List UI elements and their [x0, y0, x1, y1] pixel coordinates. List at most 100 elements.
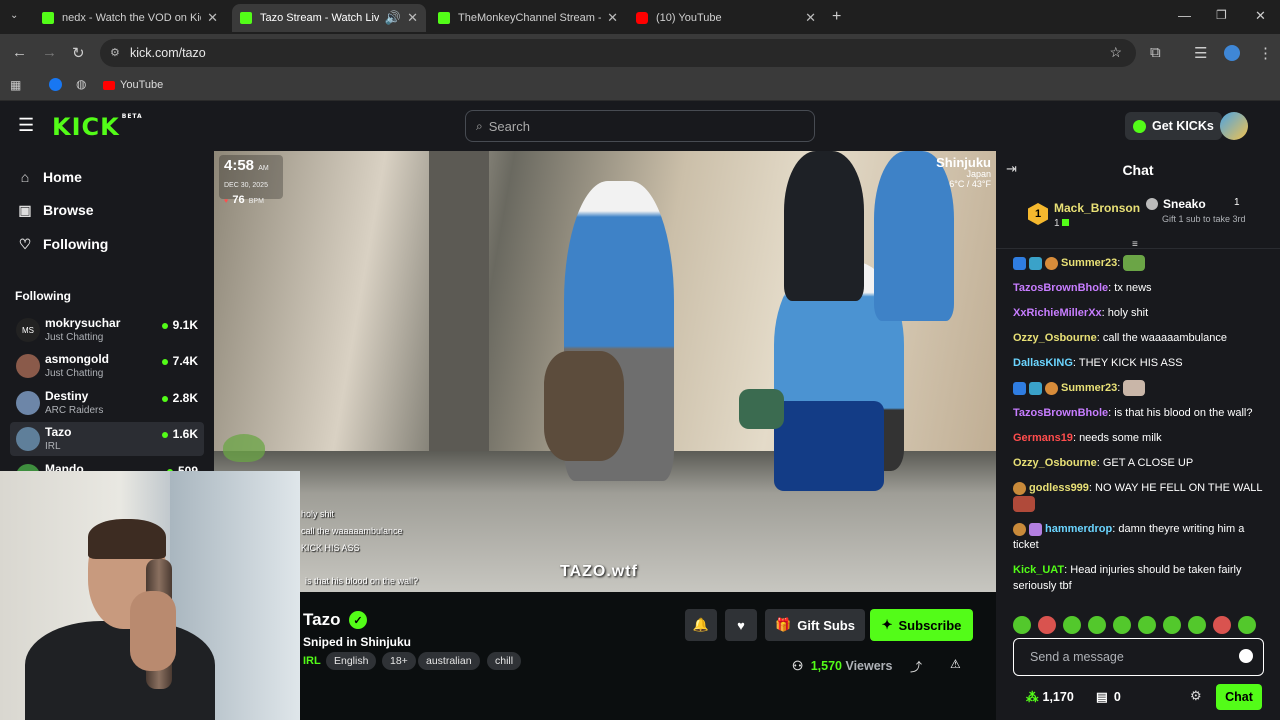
apps-icon[interactable]: ▦: [10, 78, 21, 92]
channel-asmongold[interactable]: asmongold Just Chatting 7.4K: [10, 349, 204, 383]
video-bag: [774, 401, 884, 491]
chat-username[interactable]: DallasKING: [1013, 357, 1073, 369]
channel-points[interactable]: ⁂ 1,170: [1026, 689, 1074, 704]
avatar: MS: [16, 318, 40, 342]
browser-tab-3[interactable]: TheMonkeyChannel Stream - Watch ✕: [430, 4, 626, 32]
chat-username[interactable]: Ozzy_Osbourne: [1013, 332, 1097, 344]
emote-icon[interactable]: [1238, 616, 1256, 634]
follow-heart-button[interactable]: ♥: [725, 609, 757, 641]
new-tab-icon[interactable]: +: [832, 8, 841, 26]
close-icon[interactable]: ✕: [607, 10, 618, 26]
emote-icon[interactable]: [1013, 616, 1031, 634]
browser-tab-4[interactable]: (10) YouTube ✕: [628, 4, 824, 32]
profile-icon[interactable]: [1224, 45, 1240, 61]
emote-icon[interactable]: [1038, 616, 1056, 634]
hamburger-menu-icon[interactable]: ☰: [18, 115, 34, 136]
user-avatar[interactable]: [1220, 112, 1248, 140]
chat-username[interactable]: Summer23: [1061, 257, 1117, 269]
kick-favicon-icon: [42, 12, 54, 24]
chat-message: TazosBrownBhole: tx news: [1013, 282, 1152, 295]
close-icon[interactable]: ✕: [207, 10, 218, 26]
browser-tab-2[interactable]: Tazo Stream - Watch Live on Kick 🔊 ✕: [232, 4, 426, 32]
share-icon[interactable]: ⤴: [910, 658, 922, 675]
bookmark-youtube[interactable]: YouTube: [103, 79, 163, 91]
stream-category[interactable]: IRL: [303, 655, 321, 667]
extensions-icon[interactable]: ⧉: [1150, 44, 1161, 61]
heart-rate-icon: ♥: [224, 198, 229, 205]
emote-icon[interactable]: [1213, 616, 1231, 634]
tag-18plus[interactable]: 18+: [382, 652, 416, 670]
report-icon[interactable]: ⚠: [950, 657, 961, 671]
emote-icon[interactable]: [1163, 616, 1181, 634]
facebook-icon[interactable]: [49, 78, 62, 91]
burger-badge-icon: [1013, 481, 1026, 495]
tag-english[interactable]: English: [326, 652, 377, 670]
close-icon[interactable]: ✕: [805, 10, 816, 26]
browser-tab-1[interactable]: nedx - Watch the VOD on Kick ✕: [34, 4, 226, 32]
channel-mokrysuchar[interactable]: MS mokrysuchar Just Chatting 9.1K: [10, 313, 204, 347]
top-gifter-count: 1: [1054, 218, 1070, 229]
address-bar-row: ← → ↻ ⚙ kick.com/tazo ☆ ⧉ ☰ ⋮: [0, 34, 1280, 72]
second-gifter-name[interactable]: Sneako: [1163, 197, 1206, 211]
back-icon[interactable]: ←: [12, 44, 27, 61]
search-input[interactable]: ⌕ Search: [465, 110, 815, 142]
chat-username[interactable]: Summer23: [1061, 382, 1117, 394]
minimize-icon[interactable]: —: [1178, 8, 1191, 23]
chat-username[interactable]: TazosBrownBhole: [1013, 282, 1108, 294]
channel-tazo[interactable]: Tazo IRL 1.6K: [10, 422, 204, 456]
reload-icon[interactable]: ↻: [72, 44, 85, 62]
emote-icon[interactable]: [1188, 616, 1206, 634]
chat-username[interactable]: Ozzy_Osbourne: [1013, 457, 1097, 469]
sidebar-item-home[interactable]: ⌂ Home: [16, 165, 82, 189]
chat-username[interactable]: TazosBrownBhole: [1013, 407, 1108, 419]
globe-icon[interactable]: ◍: [76, 77, 86, 91]
top-gifter-name[interactable]: Mack_Bronson: [1054, 201, 1140, 215]
restore-icon[interactable]: ❐: [1216, 8, 1227, 22]
speaker-icon[interactable]: 🔊: [385, 10, 401, 26]
channel-destiny[interactable]: Destiny ARC Raiders 2.8K: [10, 386, 204, 420]
emote-icon[interactable]: [1063, 616, 1081, 634]
chat-message-input[interactable]: Send a message: [1013, 638, 1264, 676]
bell-icon: 🔔: [692, 617, 710, 632]
send-chat-button[interactable]: Chat: [1216, 684, 1262, 710]
chat-username[interactable]: godless999: [1029, 482, 1089, 494]
menu-icon[interactable]: ⋮: [1258, 44, 1273, 62]
forward-icon[interactable]: →: [42, 44, 57, 61]
overlay-chat-line: holy shit: [301, 509, 335, 519]
tab-search-icon[interactable]: ⌄: [10, 10, 18, 21]
notification-bell-button[interactable]: 🔔: [685, 609, 717, 641]
gift-subs-button[interactable]: 🎁 Gift Subs: [765, 609, 865, 641]
ticket-icon: ▤: [1096, 690, 1108, 704]
chat-username[interactable]: Germans19: [1013, 432, 1073, 444]
chat-username[interactable]: XxRichieMillerXx: [1013, 307, 1102, 319]
streamer-name[interactable]: Tazo: [303, 610, 340, 630]
emote-icon[interactable]: [1138, 616, 1156, 634]
browse-icon: ▣: [18, 201, 32, 218]
tag-chill[interactable]: chill: [487, 652, 522, 670]
emoji-picker-icon[interactable]: [1239, 649, 1253, 663]
expand-leaderboard-icon[interactable]: ≡: [1132, 239, 1138, 250]
search-icon: ⌕: [476, 118, 483, 133]
collapse-chat-icon[interactable]: ⇥: [1006, 161, 1017, 177]
gift-hint: Gift 1 sub to take 3rd: [1162, 214, 1246, 224]
chat-username[interactable]: Kick_UAT: [1013, 564, 1064, 576]
site-info-icon[interactable]: ⚙: [110, 46, 120, 59]
media-icon[interactable]: ☰: [1194, 44, 1207, 62]
subscribe-button[interactable]: ✦ Subscribe: [870, 609, 973, 641]
gear-icon[interactable]: ⚙: [1190, 688, 1202, 704]
chat-username[interactable]: hammerdrop: [1045, 523, 1112, 535]
kick-logo[interactable]: KICK BETA: [52, 113, 143, 141]
url-field[interactable]: ⚙ kick.com/tazo ☆: [100, 39, 1136, 67]
sub-gift-icon: [1062, 219, 1070, 226]
bookmark-star-icon[interactable]: ☆: [1109, 44, 1122, 61]
tag-australian[interactable]: australian: [418, 652, 480, 670]
chat-counter[interactable]: ▤ 0: [1096, 689, 1121, 704]
emote-icon[interactable]: [1088, 616, 1106, 634]
sidebar-item-browse[interactable]: ▣ Browse: [16, 198, 93, 222]
sidebar-item-following[interactable]: ♡ Following: [16, 232, 109, 256]
get-kicks-button[interactable]: Get KICKs: [1125, 112, 1222, 140]
rage-emote-icon: [1013, 496, 1035, 513]
window-close-icon[interactable]: ✕: [1255, 8, 1266, 24]
close-icon[interactable]: ✕: [407, 10, 418, 26]
emote-icon[interactable]: [1113, 616, 1131, 634]
